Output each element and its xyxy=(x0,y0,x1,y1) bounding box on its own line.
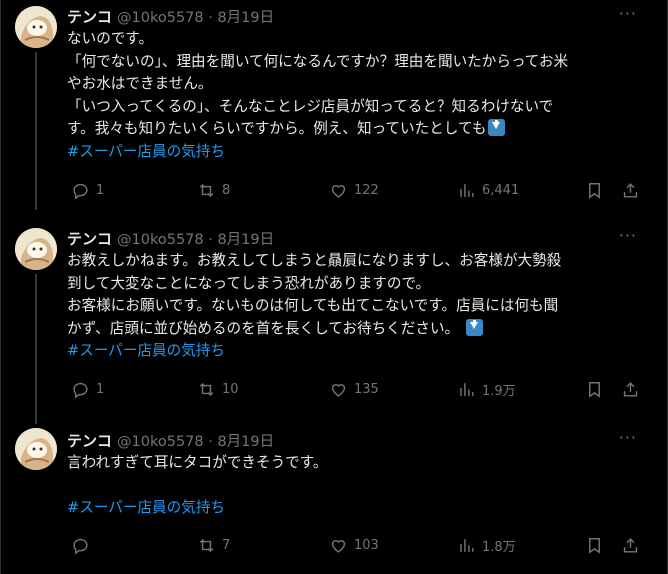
like-button[interactable]: 135 xyxy=(329,378,379,400)
bookmark-icon xyxy=(589,537,600,554)
reply-icon xyxy=(73,183,88,199)
retweet-button[interactable]: 8 xyxy=(197,179,230,201)
text-line: やお水はできません。 xyxy=(67,75,213,92)
tweet-header: テンコ @10ko5578 · 8月19日 xyxy=(67,430,274,450)
tweet-actions: 7 103 1.8万 xyxy=(67,534,647,556)
text-line: 「いつ入ってくるの」、そんなことレジ店員が知ってると？知るわけないで xyxy=(67,97,554,115)
bookmark-button[interactable] xyxy=(585,179,604,201)
more-icon[interactable]: ··· xyxy=(619,428,637,447)
bookmark-button[interactable] xyxy=(585,378,604,400)
view-count: 1.8万 xyxy=(482,539,516,555)
timeline: テンコ @10ko5578 · 8月19日 ··· ないのです。 「何でないの」… xyxy=(0,0,668,574)
more-icon[interactable]: ··· xyxy=(619,226,637,245)
reply-count: 1 xyxy=(96,182,105,198)
tweet-actions: 1 10 135 1.9万 xyxy=(67,378,647,400)
author-name[interactable]: テンコ xyxy=(67,430,112,451)
view-count: 1.9万 xyxy=(482,383,516,399)
text-line: 言われすぎて耳にタコができそうです。 xyxy=(67,454,328,471)
like-icon xyxy=(331,539,346,553)
tweet-actions: 1 8 122 6,441 xyxy=(67,179,647,201)
like-count: 135 xyxy=(354,381,379,397)
thread-connector xyxy=(35,52,37,210)
author-handle[interactable]: @10ko5578 · 8月19日 xyxy=(117,6,274,27)
reply-button[interactable]: 1 xyxy=(71,378,104,400)
avatar[interactable] xyxy=(15,6,57,48)
retweet-icon xyxy=(199,382,214,396)
retweet-button[interactable]: 7 xyxy=(197,534,230,556)
down-arrow-emoji-icon xyxy=(465,318,483,336)
share-icon xyxy=(623,537,638,553)
share-button[interactable] xyxy=(621,378,640,400)
bookmark-icon xyxy=(589,381,600,398)
author-handle[interactable]: @10ko5578 · 8月19日 xyxy=(117,228,274,249)
tweet-date[interactable]: 8月19日 xyxy=(217,10,274,26)
retweet-count: 10 xyxy=(222,381,239,397)
author-name[interactable]: テンコ xyxy=(67,228,112,249)
text-line: ないのです。 xyxy=(67,30,154,47)
hashtag-link[interactable]: #スーパー店員の気持ち xyxy=(67,340,642,363)
tweet-header: テンコ @10ko5578 · 8月19日 xyxy=(67,6,274,26)
text-line: 到して大変なことになってしまう恐れがありますので。 xyxy=(67,274,431,292)
tweet-date[interactable]: 8月19日 xyxy=(217,434,274,450)
tweet-header: テンコ @10ko5578 · 8月19日 xyxy=(67,228,274,248)
views-icon xyxy=(460,183,474,197)
bookmark-button[interactable] xyxy=(585,534,604,556)
retweet-count: 7 xyxy=(222,537,231,553)
tweet-text: ないのです。 「何でないの」、理由を聞いて何になるんですか？理由を聞いたからって… xyxy=(67,28,642,163)
reply-button[interactable] xyxy=(71,534,90,556)
author-name[interactable]: テンコ xyxy=(67,6,112,27)
tweet[interactable]: テンコ @10ko5578 · 8月19日 ··· お教えしかねます。お教えして… xyxy=(1,226,668,424)
text-line-with-emoji: かず、店頭に並び始めるのを首を長くしてお待ちください。 xyxy=(67,318,642,341)
views-icon xyxy=(460,538,474,552)
text-line: お教えしかねます。お教えしてしまうと贔屓になりますし、お客様が大勢殺 xyxy=(67,252,562,269)
down-arrow-emoji-icon xyxy=(488,119,506,136)
reply-count: 1 xyxy=(96,381,105,397)
text-line: 「何でないの」、理由を聞いて何になるんですか？理由を聞いたからってお米 xyxy=(67,52,569,70)
reply-icon xyxy=(73,538,88,554)
reply-button[interactable]: 1 xyxy=(71,179,104,201)
like-count: 103 xyxy=(354,537,379,553)
share-icon xyxy=(623,182,638,198)
views-button[interactable]: 6,441 xyxy=(457,179,519,201)
share-button[interactable] xyxy=(621,534,640,556)
tweet-text: お教えしかねます。お教えしてしまうと贔屓になりますし、お客様が大勢殺 到して大変… xyxy=(67,250,642,363)
avatar[interactable] xyxy=(15,428,57,470)
retweet-icon xyxy=(199,183,214,197)
tweet[interactable]: テンコ @10ko5578 · 8月19日 ··· 言われすぎて耳にタコができそ… xyxy=(1,428,668,574)
views-button[interactable]: 1.9万 xyxy=(457,378,516,400)
author-handle[interactable]: @10ko5578 · 8月19日 xyxy=(117,430,274,451)
avatar[interactable] xyxy=(15,228,57,270)
views-icon xyxy=(460,382,474,396)
tweet[interactable]: テンコ @10ko5578 · 8月19日 ··· ないのです。 「何でないの」… xyxy=(1,4,668,210)
view-count: 6,441 xyxy=(482,182,520,198)
share-icon xyxy=(623,381,638,397)
tweet-text: 言われすぎて耳にタコができそうです。 #スーパー店員の気持ち xyxy=(67,452,642,520)
text-line: お客様にお願いです。ないものは何しても出てこないです。店員には何も聞 xyxy=(67,297,559,314)
thread-connector xyxy=(35,274,37,424)
like-count: 122 xyxy=(354,182,379,198)
like-button[interactable]: 122 xyxy=(329,179,379,201)
bookmark-icon xyxy=(589,182,600,199)
like-button[interactable]: 103 xyxy=(329,534,379,556)
tweet-date[interactable]: 8月19日 xyxy=(217,232,274,248)
more-icon[interactable]: ··· xyxy=(619,4,637,23)
reply-icon xyxy=(73,382,88,398)
views-button[interactable]: 1.8万 xyxy=(457,534,516,556)
hashtag-link[interactable]: #スーパー店員の気持ち xyxy=(67,497,642,520)
retweet-icon xyxy=(199,538,214,552)
like-icon xyxy=(331,184,346,198)
retweet-button[interactable]: 10 xyxy=(197,378,239,400)
share-button[interactable] xyxy=(621,179,640,201)
retweet-count: 8 xyxy=(222,182,231,198)
text-line-with-emoji: す。我々も知りたいくらいですから。例え、知っていたとしても xyxy=(67,118,642,141)
hashtag-link[interactable]: #スーパー店員の気持ち xyxy=(67,141,642,164)
like-icon xyxy=(331,383,346,397)
